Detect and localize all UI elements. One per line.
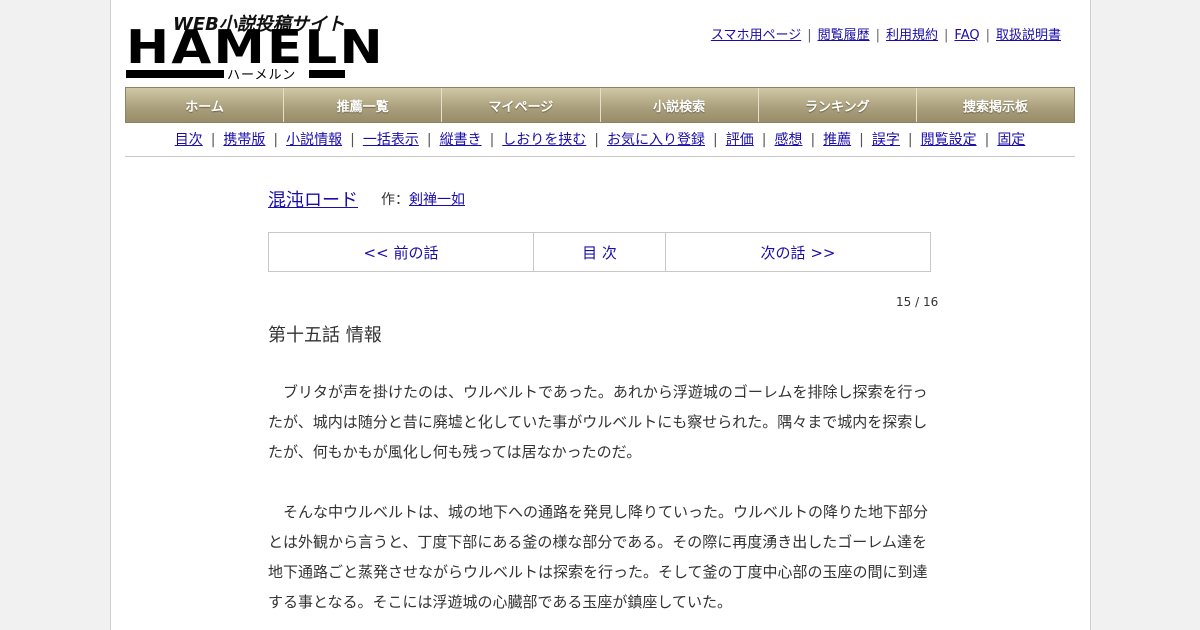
author-prefix: 作： [381, 192, 409, 208]
subnav-bookmark[interactable]: しおりを挟む [502, 132, 586, 148]
subnav-vertical[interactable]: 縦書き [440, 132, 482, 148]
page-count: 15 / 16 [896, 295, 939, 309]
sub-nav: 目次 | 携帯版 | 小説情報 | 一括表示 | 縦書き | しおりを挟む | お気に入り登録 | 評価 | 感… [174, 132, 1026, 148]
subnav-favorite[interactable]: お気に入り登録 [607, 132, 705, 148]
top-links: スマホ用ページ | 閲覧履歴 | 利用規約 | FAQ | 取扱説明書 [710, 28, 1061, 43]
nav-recommend-list[interactable]: 推薦一覧 [284, 88, 443, 122]
chapter-body: ブリタが声を掛けたのは、ウルベルトであった。あれから浮遊城のゴーレムを排除し探索… [268, 377, 933, 630]
logo-kana: ハーメルン [227, 68, 297, 83]
next-chapter-link[interactable]: 次の話 >> [666, 233, 930, 271]
novel-title[interactable]: 混沌ロード [268, 186, 358, 212]
chapter-nav: << 前の話 目 次 次の話 >> [268, 232, 931, 272]
subnav-novel-info[interactable]: 小説情報 [286, 132, 342, 148]
logo-bar-right [309, 70, 345, 78]
subnav-typo[interactable]: 誤字 [872, 132, 900, 148]
subnav-recommend[interactable]: 推薦 [823, 132, 851, 148]
nav-home[interactable]: ホーム [126, 88, 285, 122]
author-link[interactable]: 剣禅一如 [409, 192, 465, 208]
subnav-review[interactable]: 感想 [774, 132, 802, 148]
page-container: WEB小説投稿サイト HAMELN ハーメルン スマホ用ページ | 閲覧履歴 | 利用規… [110, 0, 1091, 630]
toc-link[interactable]: 目 次 [534, 233, 666, 271]
main-nav: ホーム 推薦一覧 マイページ 小説検索 ランキング 捜索掲示板 [125, 87, 1075, 123]
subnav-view-settings[interactable]: 閲覧設定 [921, 132, 977, 148]
paragraph: ブリタが声を掛けたのは、ウルベルトであった。あれから浮遊城のゴーレムを排除し探索… [268, 383, 928, 461]
nav-search-board[interactable]: 捜索掲示板 [916, 88, 1075, 122]
chapter-title: 第十五話 情報 [268, 325, 382, 346]
top-link-faq[interactable]: FAQ [954, 28, 979, 43]
paragraph: そんな中ウルベルトは、城の地下への通路を発見し降りていった。ウルベルトの降りた地… [268, 503, 929, 611]
subnav-mobile[interactable]: 携帯版 [223, 132, 265, 148]
nav-novel-search[interactable]: 小説検索 [600, 88, 759, 122]
subnav-rating[interactable]: 評価 [726, 132, 754, 148]
nav-ranking[interactable]: ランキング [758, 88, 917, 122]
header-divider [125, 156, 1075, 157]
site-logo[interactable]: WEB小説投稿サイト HAMELN ハーメルン [126, 10, 383, 83]
subnav-show-all[interactable]: 一括表示 [363, 132, 419, 148]
top-link-history[interactable]: 閲覧履歴 [818, 28, 870, 43]
nav-mypage[interactable]: マイページ [442, 88, 601, 122]
logo-bar-left [126, 70, 224, 78]
top-link-smartphone[interactable]: スマホ用ページ [711, 28, 801, 43]
top-link-terms[interactable]: 利用規約 [886, 28, 938, 43]
subnav-pin[interactable]: 固定 [997, 132, 1025, 148]
prev-chapter-link[interactable]: << 前の話 [269, 233, 534, 271]
subnav-toc[interactable]: 目次 [175, 132, 203, 148]
top-link-manual[interactable]: 取扱説明書 [996, 28, 1061, 43]
author-line: 作：剣禅一如 [381, 189, 465, 209]
